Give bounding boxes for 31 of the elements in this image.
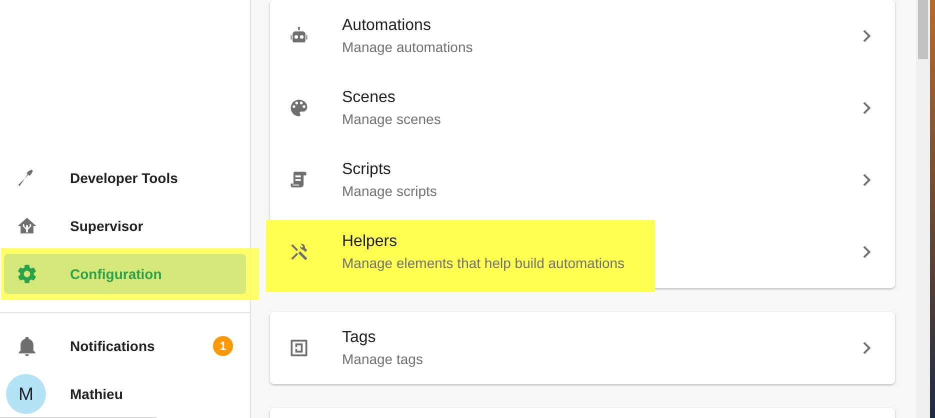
row-title: Automations — [342, 17, 432, 35]
settings-icon — [16, 263, 38, 285]
settings-row[interactable]: Scenes Manage scenes — [270, 72, 895, 144]
row-title: Helpers — [342, 233, 398, 251]
bell-icon — [16, 335, 38, 357]
chevron-icon — [863, 174, 871, 186]
settings-row[interactable]: Automations Manage automations — [270, 0, 895, 72]
settings-row[interactable]: Scripts Manage scripts — [270, 144, 895, 216]
notification-badge: 1 — [213, 336, 233, 356]
chevron-icon — [863, 102, 871, 114]
row-subtitle: Manage tags — [342, 351, 423, 367]
row-subtitle: Manage scenes — [342, 111, 441, 127]
row-subtitle: Manage scripts — [342, 183, 437, 199]
sidebar-item[interactable]: Supervisor — [4, 206, 246, 246]
tag-icon — [288, 337, 310, 359]
chevron-icon — [863, 246, 871, 258]
settings-row[interactable]: Tags Manage tags — [270, 312, 895, 384]
row-subtitle: Manage elements that help build automations — [342, 255, 625, 271]
settings-row[interactable]: Helpers Manage elements that help build automations — [270, 216, 895, 288]
row-title: Scripts — [342, 161, 392, 179]
sidebar-label[interactable]: Notifications — [70, 338, 155, 354]
chevron-icon — [863, 342, 871, 354]
scrollbar[interactable] — [916, 0, 930, 418]
row-subtitle: Manage automations — [342, 39, 473, 55]
row-title: Tags — [342, 329, 377, 347]
user-avatar[interactable]: M — [6, 374, 46, 414]
user-name[interactable]: Mathieu — [70, 386, 123, 402]
sidebar-item[interactable]: Developer Tools — [4, 158, 246, 198]
row-title: Scenes — [342, 89, 396, 107]
chevron-icon — [863, 30, 871, 42]
palette-icon — [288, 97, 310, 119]
